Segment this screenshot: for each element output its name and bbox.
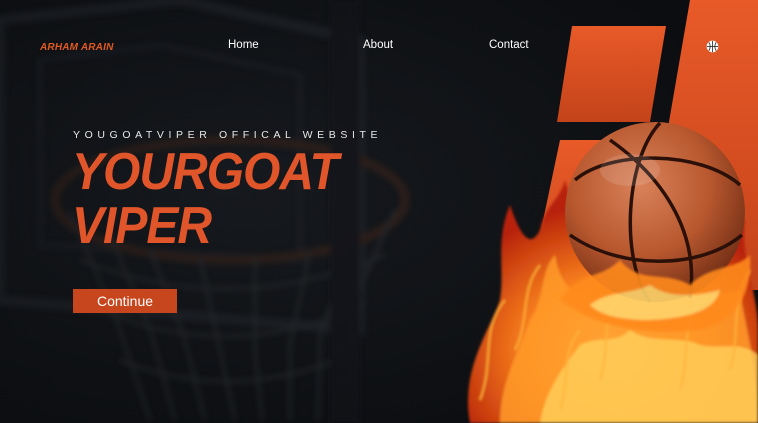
nav-home-link[interactable]: Home — [228, 39, 259, 51]
orange-stripe — [557, 26, 666, 122]
continue-button[interactable]: Continue — [73, 289, 177, 313]
hero-title: YOURGOAT VIPER — [72, 143, 339, 256]
nav-contact-link[interactable]: Contact — [489, 39, 529, 51]
hero-page: ARHAM ARAIN Home About Contact YOUGOATVI… — [0, 0, 758, 423]
brand-logo[interactable]: ARHAM ARAIN — [40, 42, 114, 53]
basketball-icon[interactable] — [706, 40, 719, 53]
hero-title-line1: YOURGOAT — [72, 143, 339, 202]
hero-subtitle: YOUGOATVIPER OFFICAL WEBSITE — [73, 129, 383, 141]
hero-title-line2: VIPER — [72, 197, 212, 256]
nav-about-link[interactable]: About — [363, 39, 393, 51]
